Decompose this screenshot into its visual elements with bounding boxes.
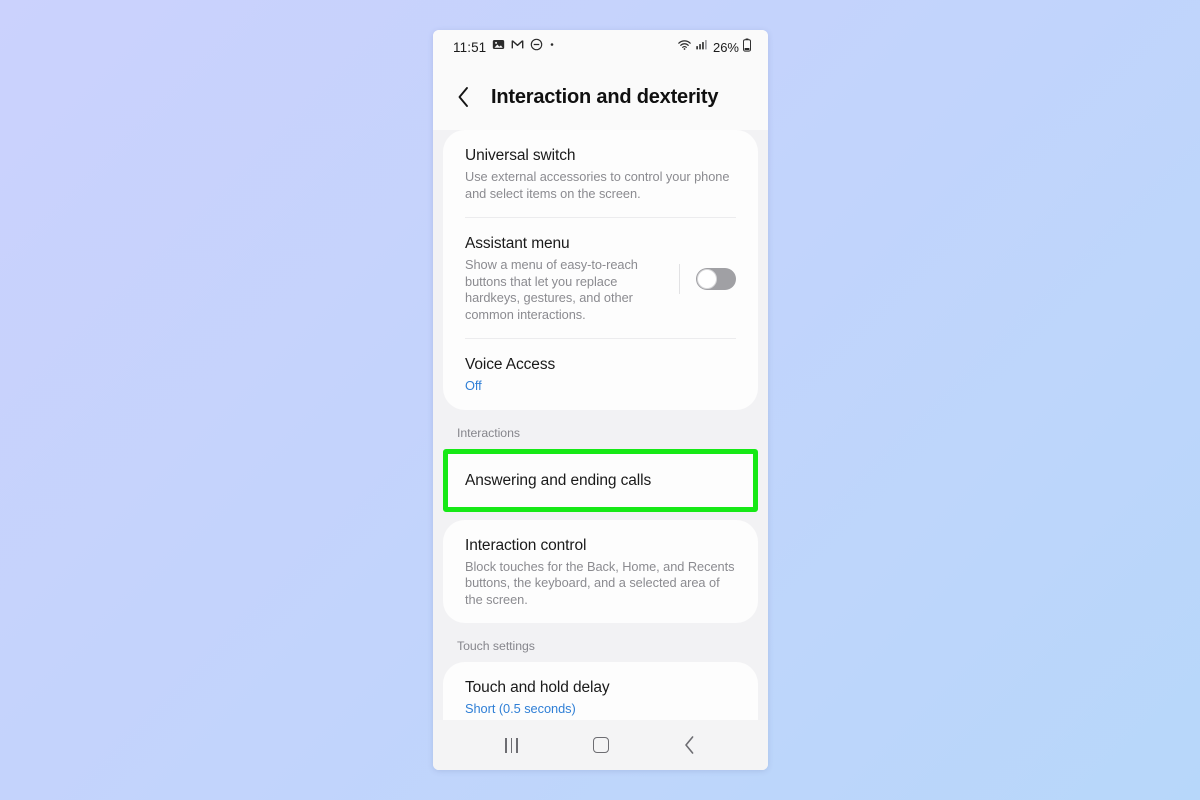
- settings-card-touch: Touch and hold delay Short (0.5 seconds)…: [443, 662, 758, 720]
- home-icon[interactable]: [579, 728, 623, 762]
- dot-icon: [549, 38, 555, 56]
- settings-card-general: Universal switch Use external accessorie…: [443, 130, 758, 410]
- status-bar-right: 26%: [677, 38, 752, 57]
- settings-list[interactable]: Universal switch Use external accessorie…: [433, 130, 768, 720]
- assistant-menu-toggle[interactable]: [696, 267, 736, 290]
- list-item-title: Voice Access: [465, 356, 556, 373]
- list-item-title: Answering and ending calls: [465, 471, 652, 489]
- list-item-title: Universal switch: [465, 147, 576, 164]
- wifi-icon: [677, 38, 692, 56]
- card-gap: [433, 512, 768, 520]
- list-item-value: Off: [465, 378, 482, 393]
- section-label-touch-settings: Touch settings: [457, 639, 535, 653]
- app-header: Interaction and dexterity: [433, 64, 768, 130]
- photos-icon: [492, 38, 505, 56]
- list-item-subtitle: Block touches for the Back, Home, and Re…: [465, 558, 735, 607]
- status-bar: 11:51 26%: [433, 30, 768, 64]
- recents-icon[interactable]: [490, 728, 534, 762]
- status-bar-left: 11:51: [453, 38, 555, 56]
- toggle-separator: [679, 263, 680, 294]
- list-item-title: Assistant menu: [465, 235, 570, 252]
- gmail-icon: [511, 38, 524, 56]
- settings-card-interactions-top: Answering and ending calls: [443, 448, 758, 512]
- list-item-title: Touch and hold delay: [465, 679, 610, 696]
- list-item-universal-switch[interactable]: Universal switch Use external accessorie…: [443, 130, 758, 217]
- do-not-disturb-icon: [530, 38, 543, 56]
- cellular-signal-icon: [695, 38, 708, 56]
- section-label-interactions: Interactions: [457, 425, 520, 440]
- settings-card-interactions: Interaction control Block touches for th…: [443, 519, 758, 624]
- assistant-menu-toggle-wrap: [665, 263, 736, 294]
- list-item-touch-and-hold-delay[interactable]: Touch and hold delay Short (0.5 seconds): [443, 662, 758, 720]
- toggle-knob: [697, 268, 717, 289]
- list-item-assistant-menu[interactable]: Assistant menu Show a menu of easy-to-re…: [443, 218, 758, 338]
- list-item-subtitle: Use external accessories to control your…: [465, 169, 730, 201]
- back-icon[interactable]: [668, 728, 712, 762]
- status-time: 11:51: [453, 39, 487, 55]
- list-item-voice-access[interactable]: Voice Access Off: [443, 339, 758, 410]
- page-title: Interaction and dexterity: [491, 85, 719, 108]
- list-item-subtitle: Show a menu of easy-to-reach buttons tha…: [465, 257, 638, 322]
- back-chevron-icon[interactable]: [453, 85, 473, 109]
- battery-percent-label: 26%: [712, 39, 739, 55]
- list-item-value: Short (0.5 seconds): [465, 701, 576, 716]
- list-item-title: Interaction control: [465, 536, 587, 554]
- list-item-interaction-control[interactable]: Interaction control Block touches for th…: [443, 520, 758, 624]
- system-navigation-bar: [433, 720, 768, 770]
- battery-icon: [742, 38, 752, 57]
- list-item-answering-and-ending-calls[interactable]: Answering and ending calls: [443, 449, 758, 512]
- phone-screen: 11:51 26% Interaction and dexterity Univ…: [433, 30, 768, 770]
